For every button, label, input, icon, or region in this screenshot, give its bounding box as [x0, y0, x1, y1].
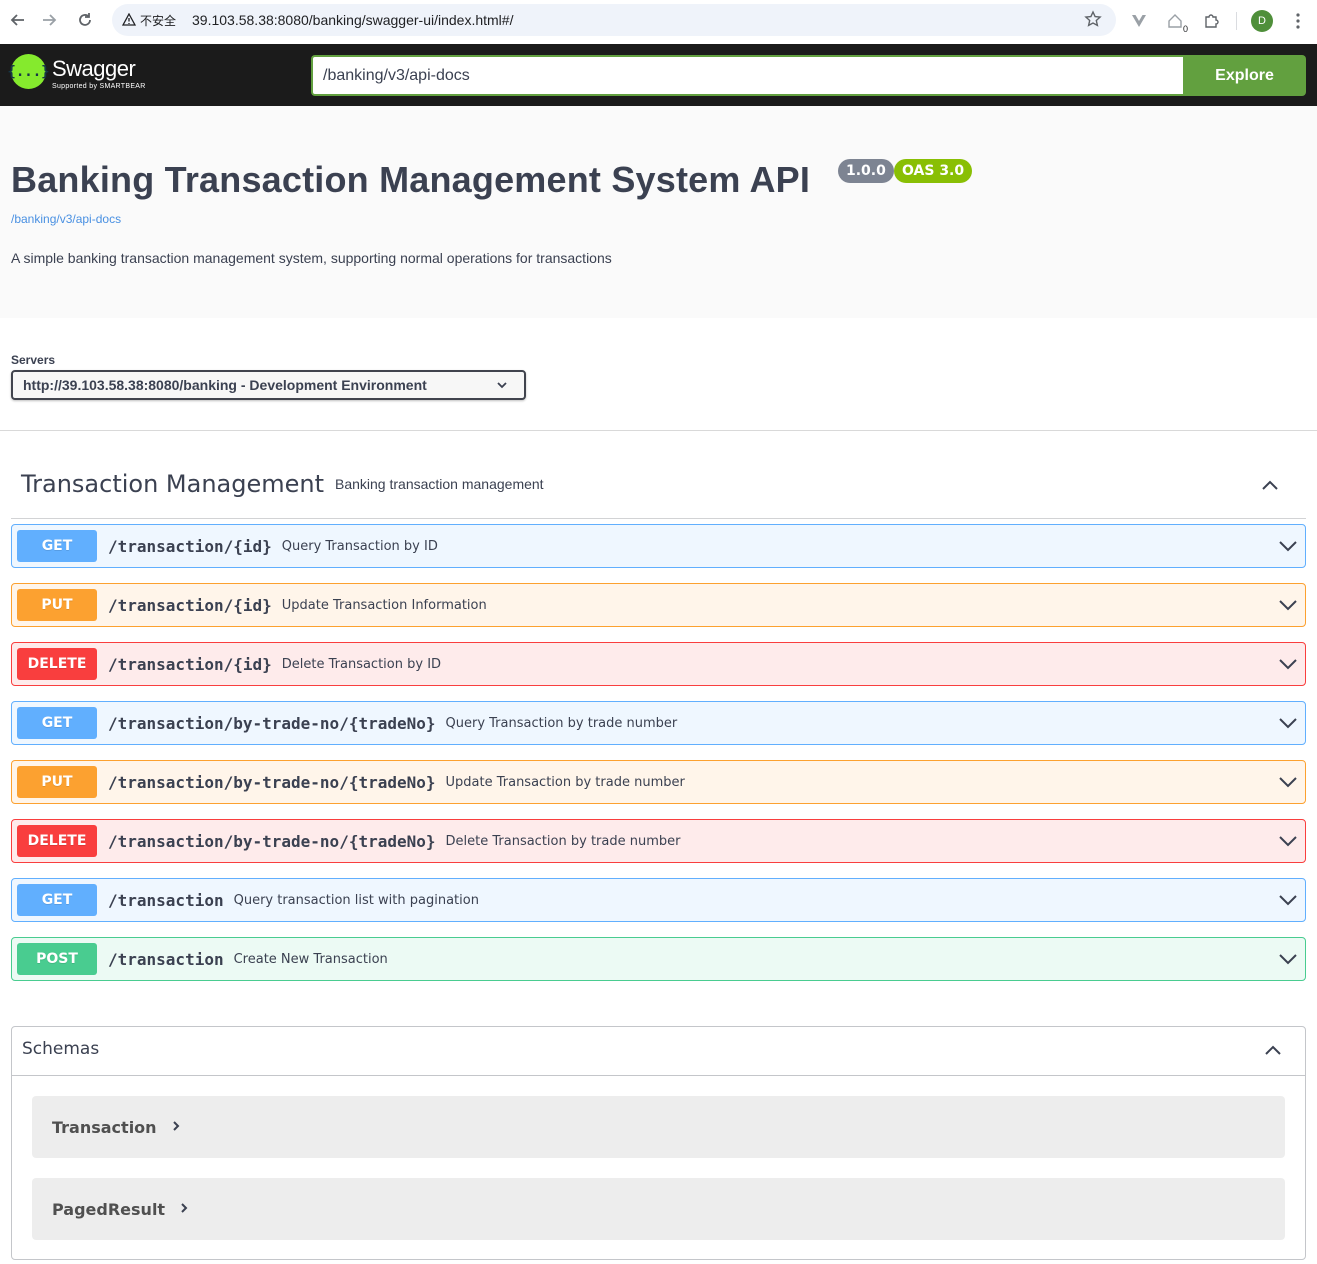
method-badge: DELETE — [17, 648, 97, 680]
reload-icon[interactable] — [67, 2, 103, 38]
operation-path: /transaction — [108, 949, 224, 969]
operation-path: /transaction/by-trade-no/{tradeNo} — [108, 831, 436, 851]
swagger-topbar: {...} Swagger Supported by SMARTBEAR /ba… — [0, 44, 1317, 106]
chevron-down-icon[interactable] — [1277, 535, 1299, 557]
spec-url-input[interactable]: /banking/v3/api-docs — [311, 55, 1183, 96]
version-badge: 1.0.0 — [838, 159, 894, 183]
operation-summary: Create New Transaction — [233, 951, 388, 967]
operation-summary: Update Transaction Information — [281, 597, 487, 613]
method-badge: DELETE — [17, 825, 97, 857]
address-bar[interactable]: 不安全 39.103.58.38:8080/banking/swagger-ui… — [112, 4, 1116, 36]
opblock-delete-transaction-by-trade-no[interactable]: DELETE /transaction/by-trade-no/{tradeNo… — [11, 819, 1306, 863]
api-description: A simple banking transaction management … — [11, 250, 612, 266]
operation-path: /transaction/{id} — [108, 595, 272, 615]
method-badge: GET — [17, 707, 97, 739]
extension-badge-icon[interactable]: 0 — [1164, 10, 1188, 34]
tag-name: Transaction Management — [21, 470, 325, 498]
schemas-section: Schemas Transaction PagedResult — [11, 1026, 1306, 1260]
swagger-logo-text: Swagger — [52, 56, 136, 81]
tag-header-transaction-management[interactable]: Transaction Management Banking transacti… — [11, 460, 1306, 519]
warning-icon — [122, 13, 136, 26]
opblock-get-transaction-list[interactable]: GET /transaction Query transaction list … — [11, 878, 1306, 922]
schemas-divider — [12, 1075, 1305, 1076]
method-badge: GET — [17, 884, 97, 916]
method-badge: PUT — [17, 766, 97, 798]
model-pagedresult[interactable]: PagedResult — [32, 1178, 1285, 1240]
method-badge: POST — [17, 943, 97, 975]
model-name: Transaction — [52, 1117, 157, 1137]
operation-summary: Delete Transaction by trade number — [445, 833, 681, 849]
vue-devtools-icon[interactable] — [1128, 10, 1150, 32]
chevron-down-icon[interactable] — [1277, 594, 1299, 616]
chevron-up-icon[interactable] — [1261, 1039, 1285, 1063]
section-divider — [0, 430, 1317, 431]
operation-summary: Query Transaction by ID — [281, 538, 438, 554]
operation-path: /transaction/{id} — [108, 536, 272, 556]
chevron-down-icon[interactable] — [1277, 830, 1299, 852]
method-badge: GET — [17, 530, 97, 562]
opblock-put-transaction-by-trade-no[interactable]: PUT /transaction/by-trade-no/{tradeNo} U… — [11, 760, 1306, 804]
api-info: Banking Transaction Management System AP… — [0, 106, 1317, 318]
extensions-area: 0 D — [1128, 6, 1309, 36]
operation-path: /transaction/by-trade-no/{tradeNo} — [108, 772, 436, 792]
servers-select[interactable]: http://39.103.58.38:8080/banking - Devel… — [11, 370, 526, 400]
chevron-down-icon — [496, 379, 508, 394]
model-name: PagedResult — [52, 1199, 166, 1219]
kebab-menu-icon[interactable] — [1287, 10, 1309, 32]
bookmark-star-icon[interactable] — [1084, 10, 1102, 33]
browser-toolbar: 不安全 39.103.58.38:8080/banking/swagger-ui… — [0, 0, 1317, 44]
schemas-title[interactable]: Schemas — [22, 1039, 99, 1059]
spec-link[interactable]: /banking/v3/api-docs — [11, 212, 121, 226]
swagger-logo-subtext: Supported by SMARTBEAR — [52, 83, 146, 90]
security-label: 不安全 — [140, 13, 177, 28]
puzzle-piece-icon[interactable] — [1200, 10, 1222, 32]
model-transaction[interactable]: Transaction — [32, 1096, 1285, 1158]
chevron-right-icon — [171, 1119, 181, 1135]
opblock-get-transaction-id[interactable]: GET /transaction/{id} Query Transaction … — [11, 524, 1306, 568]
oas-badge: OAS 3.0 — [894, 159, 973, 183]
url-text: 39.103.58.38:8080/banking/swagger-ui/ind… — [192, 12, 514, 28]
opblock-get-transaction-by-trade-no[interactable]: GET /transaction/by-trade-no/{tradeNo} Q… — [11, 701, 1306, 745]
swagger-logo-icon: {...} — [7, 54, 50, 89]
chevron-down-icon[interactable] — [1277, 771, 1299, 793]
method-badge: PUT — [17, 589, 97, 621]
opblock-post-transaction[interactable]: POST /transaction Create New Transaction — [11, 937, 1306, 981]
chevron-down-icon[interactable] — [1277, 712, 1299, 734]
chevron-right-icon — [179, 1201, 189, 1217]
swagger-logo[interactable]: {...} Swagger Supported by SMARTBEAR — [7, 54, 146, 90]
operation-summary: Query Transaction by trade number — [445, 715, 678, 731]
explore-form: /banking/v3/api-docs Explore — [311, 55, 1306, 96]
operation-path: /transaction — [108, 890, 224, 910]
extension-badge-count: 0 — [1182, 24, 1188, 34]
operation-summary: Delete Transaction by ID — [281, 656, 442, 672]
tag-description: Banking transaction management — [335, 476, 544, 492]
chevron-down-icon[interactable] — [1277, 948, 1299, 970]
servers-selected-value: http://39.103.58.38:8080/banking - Devel… — [23, 377, 427, 393]
operation-path: /transaction/{id} — [108, 654, 272, 674]
servers-label: Servers — [11, 353, 56, 367]
forward-arrow-icon[interactable] — [31, 2, 67, 38]
operation-summary: Update Transaction by trade number — [445, 774, 685, 790]
chevron-down-icon[interactable] — [1277, 889, 1299, 911]
chevron-up-icon[interactable] — [1258, 474, 1282, 498]
operation-summary: Query transaction list with pagination — [233, 892, 479, 908]
profile-avatar[interactable]: D — [1251, 10, 1273, 32]
operation-path: /transaction/by-trade-no/{tradeNo} — [108, 713, 436, 733]
explore-button[interactable]: Explore — [1183, 55, 1306, 96]
api-title: Banking Transaction Management System AP… — [11, 159, 811, 200]
security-warning[interactable]: 不安全 — [122, 12, 176, 29]
chevron-down-icon[interactable] — [1277, 653, 1299, 675]
toolbar-divider — [1236, 12, 1237, 30]
opblock-put-transaction-id[interactable]: PUT /transaction/{id} Update Transaction… — [11, 583, 1306, 627]
opblock-delete-transaction-id[interactable]: DELETE /transaction/{id} Delete Transact… — [11, 642, 1306, 686]
